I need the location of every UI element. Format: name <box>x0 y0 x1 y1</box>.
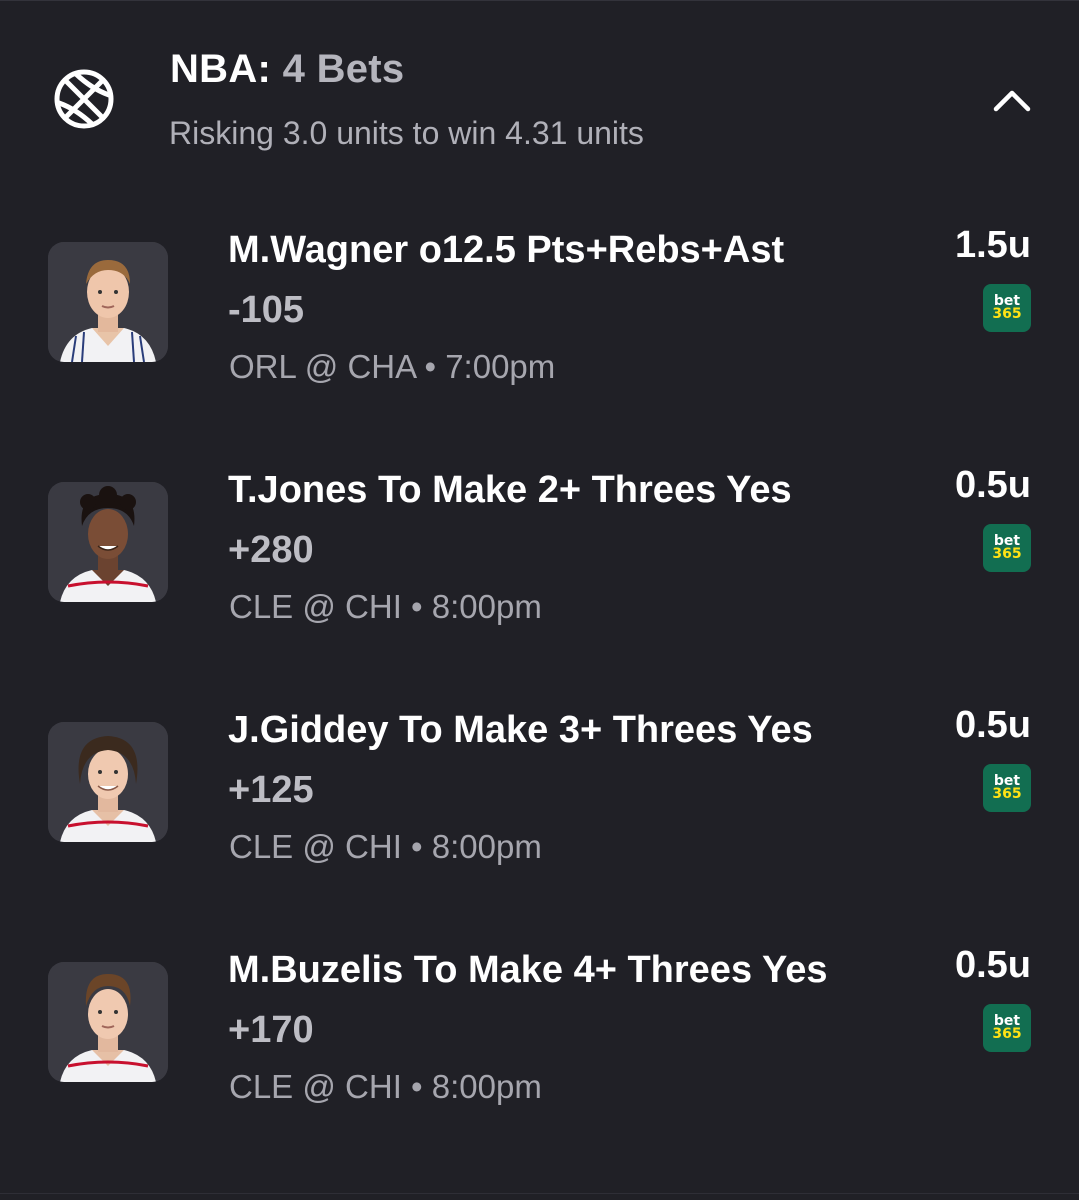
bet-selection: J.Giddey To Make 3+ Threes Yes <box>228 709 813 751</box>
chevron-up-icon[interactable] <box>988 79 1036 119</box>
bet-units: 1.5u <box>954 224 1031 266</box>
bet-odds: +125 <box>228 769 314 811</box>
book-logo-text-bottom: 365 <box>992 786 1022 802</box>
divider <box>0 1193 1079 1194</box>
bet-row[interactable]: T.Jones To Make 2+ Threes Yes +280 CLE @… <box>0 464 1079 682</box>
bet-selection: T.Jones To Make 2+ Threes Yes <box>228 469 792 511</box>
player-headshot-image <box>48 482 168 602</box>
bet-description: M.Wagner o12.5 Pts+Rebs+Ast -105 <box>228 220 878 340</box>
book-logo-text-bottom: 365 <box>992 546 1022 562</box>
bet-odds: +170 <box>228 1009 314 1051</box>
bet365-logo-icon[interactable]: bet 365 <box>983 284 1031 332</box>
bet-row[interactable]: M.Wagner o12.5 Pts+Rebs+Ast -105 ORL @ C… <box>0 224 1079 442</box>
bet-row[interactable]: M.Buzelis To Make 4+ Threes Yes +170 CLE… <box>0 944 1079 1162</box>
bet365-logo-icon[interactable]: bet 365 <box>983 524 1031 572</box>
bet-description: M.Buzelis To Make 4+ Threes Yes +170 <box>228 940 828 1060</box>
game-info: CLE @ CHI • 8:00pm <box>229 828 542 865</box>
bet-row[interactable]: J.Giddey To Make 3+ Threes Yes +125 CLE … <box>0 704 1079 922</box>
bet-units: 0.5u <box>954 704 1031 746</box>
bet365-logo-icon[interactable]: bet 365 <box>983 764 1031 812</box>
player-headshot-image <box>48 962 168 1082</box>
bet-units: 0.5u <box>954 464 1031 506</box>
bet-description: T.Jones To Make 2+ Threes Yes +280 <box>228 460 878 580</box>
bet-description: J.Giddey To Make 3+ Threes Yes +125 <box>228 700 878 820</box>
game-info: CLE @ CHI • 8:00pm <box>229 588 542 625</box>
player-avatar <box>48 482 168 602</box>
risk-summary: Risking 3.0 units to win 4.31 units <box>169 115 644 151</box>
sport-label: NBA: <box>170 47 272 91</box>
book-logo-text-bottom: 365 <box>992 306 1022 322</box>
bet-units: 0.5u <box>954 944 1031 986</box>
bets-panel: NBA: 4 Bets Risking 3.0 units to win 4.3… <box>0 0 1079 1200</box>
bet-selection: M.Buzelis To Make 4+ Threes Yes <box>228 949 828 991</box>
bet365-logo-icon[interactable]: bet 365 <box>983 1004 1031 1052</box>
player-avatar <box>48 722 168 842</box>
game-info: ORL @ CHA • 7:00pm <box>229 348 556 385</box>
book-logo-text-bottom: 365 <box>992 1026 1022 1042</box>
player-headshot-image <box>48 242 168 362</box>
page-title: NBA: 4 Bets <box>170 47 404 92</box>
player-headshot-image <box>48 722 168 842</box>
game-info: CLE @ CHI • 8:00pm <box>229 1068 542 1105</box>
bet-selection: M.Wagner o12.5 Pts+Rebs+Ast <box>228 229 785 271</box>
player-avatar <box>48 962 168 1082</box>
basketball-icon <box>54 69 114 129</box>
bet-odds: -105 <box>228 289 305 331</box>
player-avatar <box>48 242 168 362</box>
bet-count: 4 Bets <box>282 47 405 91</box>
bet-odds: +280 <box>228 529 314 571</box>
